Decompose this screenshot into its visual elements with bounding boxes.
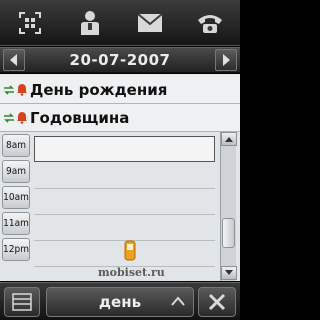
vertical-scrollbar[interactable] <box>220 132 237 281</box>
bottom-bar: день <box>0 282 240 320</box>
mobile-logo-icon <box>124 240 136 261</box>
close-icon <box>208 293 226 311</box>
scroll-down-button[interactable] <box>221 266 237 280</box>
time-column: 8am 9am 10am 11am 12pm <box>2 134 32 264</box>
time-slot-10am[interactable]: 10am <box>2 186 30 209</box>
watermark: mobiset.ru <box>98 240 165 279</box>
phone-icon <box>198 14 222 33</box>
close-button[interactable] <box>198 287 236 317</box>
menu-icon <box>12 293 32 311</box>
time-slot-8am[interactable]: 8am <box>2 134 30 157</box>
menu-button[interactable] <box>4 287 40 317</box>
scan-grid-button[interactable] <box>10 5 50 41</box>
repeat-icon <box>3 84 14 95</box>
top-toolbar <box>0 0 240 46</box>
event-title: Годовщина <box>30 108 130 127</box>
event-row[interactable]: Годовщина <box>0 104 240 132</box>
view-mode-label: день <box>98 293 142 311</box>
phone-button[interactable] <box>190 5 230 41</box>
hourly-schedule: 8am 9am 10am 11am 12pm mobiset.ru <box>0 132 240 281</box>
contact-icon <box>81 10 99 35</box>
prev-day-button[interactable] <box>3 49 25 71</box>
watermark-text: mobiset.ru <box>98 266 165 279</box>
chevron-up-icon <box>171 296 185 306</box>
selected-slot[interactable] <box>34 136 215 162</box>
divider <box>34 214 215 215</box>
arrow-up-icon <box>225 137 233 142</box>
repeat-icon <box>3 112 14 123</box>
contacts-button[interactable] <box>70 5 110 41</box>
scan-grid-icon <box>19 11 41 34</box>
time-slot-12pm[interactable]: 12pm <box>2 238 30 261</box>
divider <box>34 188 215 189</box>
view-mode-selector[interactable]: день <box>46 287 194 317</box>
current-date[interactable]: 20-07-2007 <box>28 51 212 69</box>
messages-button[interactable] <box>130 5 170 41</box>
scroll-thumb[interactable] <box>222 218 235 248</box>
alarm-bell-icon <box>16 84 27 96</box>
chevron-right-icon <box>223 54 230 66</box>
event-row[interactable]: День рождения <box>0 76 240 104</box>
calendar-day-view: День рождения Годовщина 8am 9am 10am 11a… <box>0 74 240 281</box>
next-day-button[interactable] <box>215 49 237 71</box>
scroll-up-button[interactable] <box>221 132 237 146</box>
date-bar: 20-07-2007 <box>0 47 240 73</box>
arrow-down-icon <box>225 270 233 275</box>
time-slot-11am[interactable]: 11am <box>2 212 30 235</box>
time-slot-9am[interactable]: 9am <box>2 160 30 183</box>
chevron-left-icon <box>10 54 17 66</box>
alarm-bell-icon <box>16 112 27 124</box>
event-title: День рождения <box>30 80 168 99</box>
envelope-icon <box>137 12 163 32</box>
